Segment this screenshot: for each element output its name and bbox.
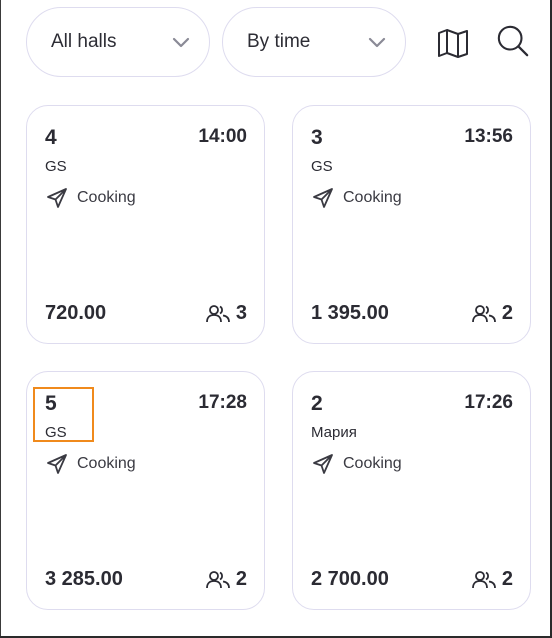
order-name: GS xyxy=(311,158,333,175)
send-icon xyxy=(313,454,333,474)
send-icon xyxy=(47,454,67,474)
order-card[interactable]: 3 13:56 GS Cooking 1 395.00 2 xyxy=(292,105,531,344)
send-icon xyxy=(47,188,67,208)
chevron-down-icon xyxy=(368,37,386,48)
order-name: Мария xyxy=(311,424,357,441)
order-time: 14:00 xyxy=(198,126,247,147)
guest-count: 2 xyxy=(471,568,513,591)
status-label: Cooking xyxy=(343,189,402,206)
order-amount: 720.00 xyxy=(45,302,107,324)
status-label: Cooking xyxy=(343,455,402,472)
order-amount: 2 700.00 xyxy=(311,568,389,590)
time-sort-dropdown[interactable]: By time xyxy=(222,7,406,77)
status-label: Cooking xyxy=(77,455,136,472)
table-number: 3 xyxy=(311,126,323,149)
guest-count-value: 3 xyxy=(235,302,247,324)
order-time: 17:28 xyxy=(198,392,247,413)
search-icon[interactable] xyxy=(496,24,530,58)
users-icon xyxy=(471,570,496,588)
order-status: Cooking xyxy=(311,186,402,210)
map-icon[interactable] xyxy=(436,26,470,60)
order-name: GS xyxy=(45,158,67,175)
order-status: Cooking xyxy=(45,452,136,476)
guest-count: 2 xyxy=(205,568,247,591)
table-number: 4 xyxy=(45,126,57,149)
users-icon xyxy=(205,304,230,322)
guest-count-value: 2 xyxy=(501,568,513,590)
order-status: Cooking xyxy=(311,452,402,476)
status-label: Cooking xyxy=(77,189,136,206)
time-sort-label: By time xyxy=(247,31,311,52)
send-icon xyxy=(313,188,333,208)
chevron-down-icon xyxy=(172,37,190,48)
guest-count: 3 xyxy=(205,302,247,325)
guest-count-value: 2 xyxy=(235,568,247,590)
order-card[interactable]: 2 17:26 Мария Cooking 2 700.00 2 xyxy=(292,371,531,610)
selection-highlight xyxy=(33,387,94,442)
halls-filter-dropdown[interactable]: All halls xyxy=(26,7,210,77)
order-card[interactable]: 4 14:00 GS Cooking 720.00 3 xyxy=(26,105,265,344)
users-icon xyxy=(205,570,230,588)
order-amount: 1 395.00 xyxy=(311,302,389,324)
table-number: 2 xyxy=(311,392,323,415)
users-icon xyxy=(471,304,496,322)
order-status: Cooking xyxy=(45,186,136,210)
order-time: 13:56 xyxy=(464,126,513,147)
guest-count-value: 2 xyxy=(501,302,513,324)
order-amount: 3 285.00 xyxy=(45,568,123,590)
halls-filter-label: All halls xyxy=(51,31,117,52)
order-time: 17:26 xyxy=(464,392,513,413)
window-border-left xyxy=(0,0,1,638)
guest-count: 2 xyxy=(471,302,513,325)
